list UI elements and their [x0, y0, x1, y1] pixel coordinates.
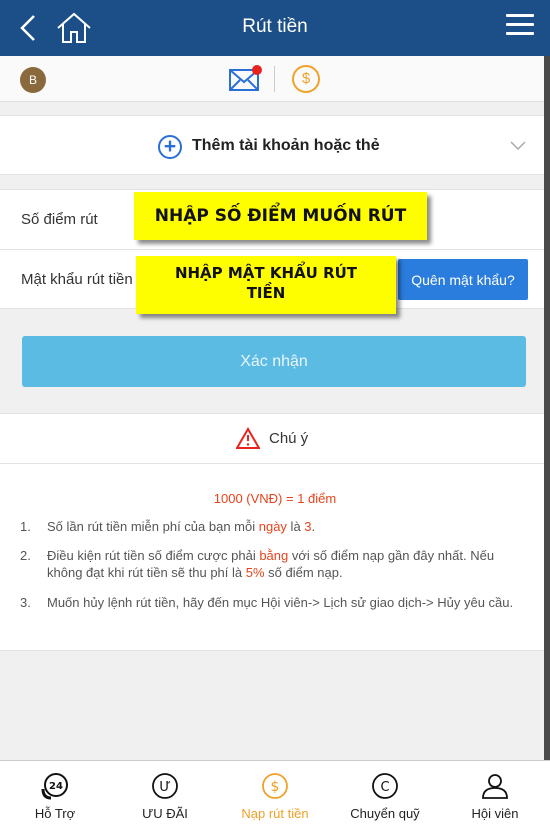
points-label: Số điểm rút — [21, 211, 98, 228]
note-title: Chú ý — [269, 430, 309, 447]
points-callout: NHẬP SỐ ĐIỂM MUỐN RÚT — [134, 192, 427, 240]
add-account-label: Thêm tài khoản hoặc thẻ — [192, 137, 380, 154]
divider — [274, 66, 275, 92]
exchange-rate: 1000 (VNĐ) = 1 điểm — [213, 491, 337, 506]
support-24-icon: 24 — [41, 773, 68, 800]
svg-text:Ư: Ư — [159, 780, 170, 795]
back-icon[interactable] — [14, 10, 44, 46]
add-account-row[interactable]: + Thêm tài khoản hoặc thẻ — [0, 115, 550, 175]
transfer-icon: C — [372, 773, 398, 799]
notification-dot — [252, 65, 262, 75]
forgot-password-button[interactable]: Quên mật khẩu? — [398, 259, 528, 300]
avatar[interactable]: B — [20, 67, 46, 93]
svg-text:$: $ — [271, 779, 280, 795]
tab-member[interactable]: Hội viên — [440, 761, 550, 829]
bottom-tab-bar: 24 Hỗ Trợ Ư ƯU ĐÃI $ Nạp rút tiền C Chuy… — [0, 760, 550, 829]
tab-promo[interactable]: Ư ƯU ĐÃI — [110, 761, 220, 829]
scrollbar[interactable] — [544, 56, 550, 760]
member-icon — [482, 774, 508, 799]
svg-text:24: 24 — [49, 781, 63, 792]
password-callout-line2: TIỀN — [246, 284, 286, 302]
note-panel: Chú ý 1000 (VNĐ) = 1 điểm 1. Số lần rút … — [0, 413, 550, 651]
tab-deposit-withdraw[interactable]: $ Nạp rút tiền — [220, 761, 330, 829]
coin-icon[interactable]: $ — [292, 65, 320, 93]
tab-transfer[interactable]: C Chuyển quỹ — [330, 761, 440, 829]
tab-support[interactable]: 24 Hỗ Trợ — [0, 761, 110, 829]
warning-icon — [236, 427, 260, 449]
password-callout: NHẬP MẬT KHẨU RÚT TIỀN — [136, 256, 396, 314]
home-icon[interactable] — [54, 10, 94, 46]
note-header: Chú ý — [0, 414, 550, 464]
password-callout-line1: NHẬP MẬT KHẨU RÚT — [174, 264, 358, 282]
confirm-button[interactable]: Xác nhận — [22, 336, 526, 387]
promo-icon: Ư — [152, 773, 178, 799]
app-header: Rút tiền — [0, 0, 550, 56]
account-bar: B $ — [0, 56, 550, 102]
password-label: Mật khẩu rút tiền — [21, 271, 133, 288]
menu-icon[interactable] — [506, 14, 534, 42]
deposit-withdraw-icon: $ — [262, 773, 288, 799]
svg-text:C: C — [380, 780, 389, 795]
plus-circle-icon: + — [158, 135, 182, 159]
chevron-down-icon — [510, 141, 526, 151]
